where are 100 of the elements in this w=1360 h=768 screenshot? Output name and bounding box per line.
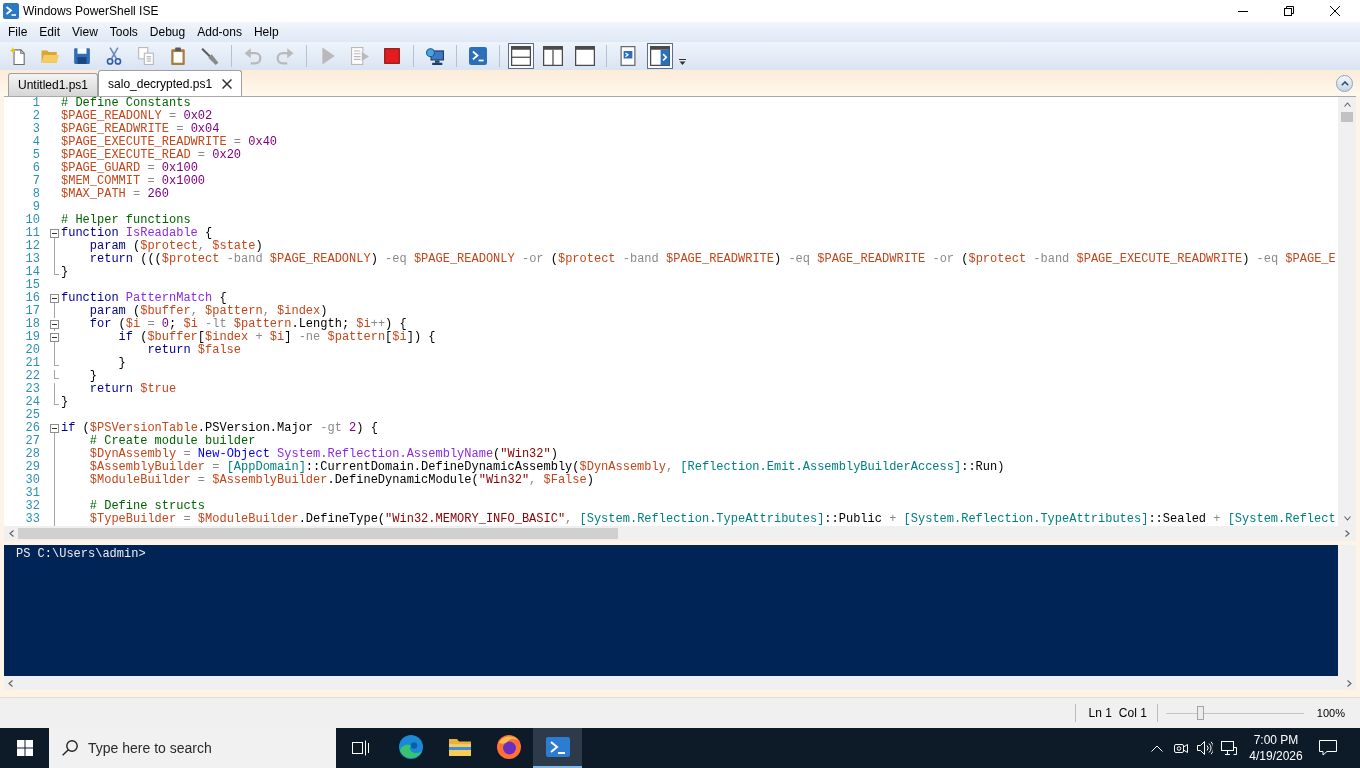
- terminal-icon: [469, 47, 487, 65]
- line-number: 23: [25, 383, 40, 396]
- code-line: }: [89, 370, 97, 383]
- pane-top-button[interactable]: [508, 43, 534, 69]
- scroll-up-icon[interactable]: [1343, 102, 1351, 107]
- close-icon: [1330, 6, 1340, 16]
- scroll-right-icon[interactable]: [1347, 679, 1352, 687]
- taskbar-button[interactable]: [533, 728, 582, 768]
- command-addon-button[interactable]: [647, 43, 673, 69]
- menu-item[interactable]: Tools: [103, 22, 144, 42]
- line-number: 31: [25, 487, 40, 500]
- clock-time[interactable]: 7:00 PM: [1253, 732, 1299, 748]
- chevron-up-icon[interactable]: [1151, 744, 1163, 752]
- line-number: 19: [25, 331, 40, 344]
- code-line: }: [61, 266, 69, 279]
- collapse-pane-button[interactable]: [1336, 74, 1353, 92]
- collapse-toggle[interactable]: [50, 333, 59, 342]
- code-line: # Define Constants: [61, 97, 191, 110]
- window-title: Windows PowerShell ISE: [23, 3, 159, 20]
- line-number: 13: [25, 253, 40, 266]
- video-camera-icon[interactable]: [1174, 742, 1188, 754]
- side-panel-icon: [650, 46, 670, 66]
- file-tab[interactable]: Untitled1.ps1: [8, 73, 99, 96]
- minus-icon: [52, 298, 57, 299]
- code-line: $TypeBuilder = $ModuleBuilder.DefineType("Win32.MEMORY_INFO_BASIC", [System.Reflection.TypeAttributes]::Public + [System.Reflection.TypeAttributes]::Sealed + [System.Reflect: [89, 513, 1336, 526]
- code-line: return ((($protect -band $PAGE_READONLY) -eq $PAGE_READONLY -or ($protect -band $PAGE_READWRITE) -eq $PAGE_READWRITE -or ($protect -band $PAGE_EXECUTE_READWRITE) -eq $PAGE_E: [89, 253, 1336, 266]
- line-number: 21: [25, 357, 40, 370]
- menu-item[interactable]: View: [66, 22, 104, 42]
- code-line: $PAGE_READONLY = 0x02: [61, 110, 213, 123]
- menu-item[interactable]: Help: [247, 22, 285, 42]
- scroll-down-icon[interactable]: [1343, 516, 1351, 521]
- code-line: $PAGE_EXECUTE_READWRITE = 0x40: [61, 136, 278, 149]
- split-columns-icon: [543, 46, 563, 66]
- line-number: 5: [32, 149, 40, 162]
- line-number: 33: [25, 513, 40, 526]
- scrollbar-thumb[interactable]: [18, 528, 618, 539]
- minus-icon: [52, 324, 57, 325]
- line-number: 9: [32, 201, 40, 214]
- line-number: 25: [25, 409, 40, 422]
- code-line: $ModuleBuilder = $AssemblyBuilder.DefineDynamicModule("Win32", $False): [89, 474, 594, 487]
- close-icon[interactable]: [222, 78, 233, 89]
- menu-item[interactable]: Debug: [143, 22, 192, 42]
- code-line: function IsReadable {: [61, 227, 213, 240]
- monitor-globe-icon: [426, 47, 444, 65]
- slider-thumb[interactable]: [1196, 706, 1204, 720]
- code-line: return $true: [89, 383, 177, 396]
- code-line: if ($buffer[$index + $i] -ne $pattern[$i]) {: [118, 331, 436, 344]
- speaker-icon[interactable]: [1197, 741, 1213, 755]
- vertical-scrollbar[interactable]: [1338, 97, 1356, 526]
- search-field[interactable]: Type here to search: [49, 728, 336, 768]
- menu-item[interactable]: File: [2, 22, 34, 42]
- collapse-toggle[interactable]: [50, 229, 59, 238]
- restore-icon: [1284, 6, 1294, 16]
- collapse-toggle[interactable]: [50, 424, 59, 433]
- collapse-toggle[interactable]: [50, 294, 59, 303]
- clock-date[interactable]: 4/19/2026: [1249, 748, 1303, 764]
- terminal-icon: [3, 3, 19, 19]
- new-page-icon: [9, 47, 27, 65]
- pane-maximized-button[interactable]: [572, 43, 598, 69]
- line-number: 11: [25, 227, 40, 240]
- line-indicator: Ln 1: [1088, 705, 1112, 722]
- minus-icon: [52, 428, 57, 429]
- code-line: $PAGE_GUARD = 0x100: [61, 162, 198, 175]
- console-prompt: PS C:\Users\admin>: [16, 547, 146, 561]
- vertical-scrollbar[interactable]: [1338, 545, 1356, 676]
- collapse-toggle[interactable]: [50, 320, 59, 329]
- minimize-icon: [1238, 10, 1248, 12]
- line-number: 4: [32, 136, 40, 149]
- zoom-level: 100%: [1316, 705, 1345, 721]
- notification-icon[interactable]: [1319, 740, 1337, 756]
- horizontal-scrollbar[interactable]: [4, 526, 1356, 541]
- task-view-icon: [352, 740, 370, 756]
- menu-item[interactable]: Add-ons: [191, 22, 248, 42]
- scroll-left-icon[interactable]: [8, 530, 14, 537]
- menu-item[interactable]: Edit: [33, 22, 67, 42]
- console-pane[interactable]: PS C:\Users\admin>: [4, 545, 1338, 676]
- column-indicator: Col 1: [1118, 705, 1147, 722]
- network-icon[interactable]: [1221, 741, 1237, 755]
- line-number: 32: [25, 500, 40, 513]
- code-line: $PAGE_READWRITE = 0x04: [61, 123, 220, 136]
- code-line: $DynAssembly = New-Object System.Reflection.AssemblyName("Win32"): [89, 448, 558, 461]
- horizontal-scrollbar[interactable]: [4, 676, 1356, 690]
- zoom-slider[interactable]: [1165, 705, 1304, 721]
- line-number: 17: [25, 305, 40, 318]
- code-line: for ($i = 0; $i -lt $pattern.Length; $i++) {: [89, 318, 407, 331]
- line-number: 12: [25, 240, 40, 253]
- file-tab[interactable]: salo_decrypted.ps1: [98, 70, 243, 96]
- pane-right-button[interactable]: [540, 43, 566, 69]
- line-number: 6: [32, 162, 40, 175]
- script-editor[interactable]: [4, 96, 1356, 541]
- code-line: # Create module builder: [89, 435, 256, 448]
- line-number: 10: [25, 214, 40, 227]
- undo-icon: [244, 47, 262, 65]
- scroll-left-icon[interactable]: [8, 679, 13, 687]
- code-line: # Define structs: [89, 500, 205, 513]
- copy-icon: [137, 47, 155, 65]
- code-line: $MEM_COMMIT = 0x1000: [61, 175, 206, 188]
- scrollbar-thumb[interactable]: [1341, 112, 1353, 122]
- line-number: 20: [25, 344, 40, 357]
- scroll-right-icon[interactable]: [1344, 530, 1350, 537]
